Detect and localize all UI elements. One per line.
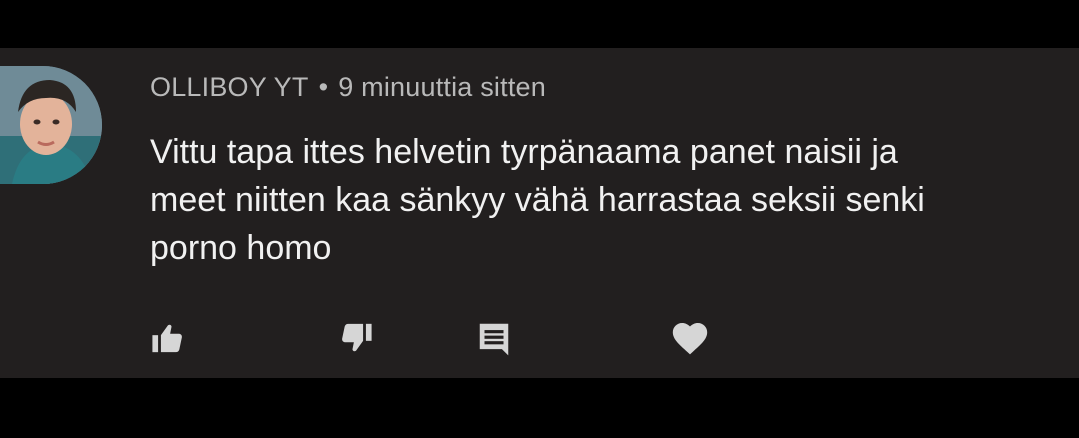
like-button[interactable] bbox=[146, 316, 190, 360]
comment-actions bbox=[0, 306, 1079, 366]
author-name[interactable]: OLLIBOY YT bbox=[150, 72, 309, 102]
comment-text-line: Vittu tapa ittes helvetin tyrpänaama pan… bbox=[150, 133, 898, 171]
comment-icon bbox=[479, 323, 509, 356]
comment-meta: OLLIBOY YT • 9 minuuttia sitten bbox=[150, 72, 546, 103]
comment-text-line: meet niitten kaa sänkyy vähä harrastaa s… bbox=[150, 181, 925, 219]
comment-card: OLLIBOY YT • 9 minuuttia sitten Vittu tapa… bbox=[0, 48, 1079, 378]
thumbs-up-icon bbox=[152, 324, 182, 353]
meta-separator: • bbox=[318, 72, 329, 102]
dislike-button[interactable] bbox=[334, 316, 378, 360]
avatar[interactable] bbox=[0, 66, 102, 184]
avatar-image bbox=[0, 66, 102, 184]
thumbs-down-icon bbox=[342, 323, 372, 352]
reply-button[interactable] bbox=[472, 316, 516, 360]
comment-text: Vittu tapa ittes helvetin tyrpänaama pan… bbox=[150, 128, 1070, 272]
heart-button[interactable] bbox=[668, 316, 712, 360]
screenshot-frame: OLLIBOY YT • 9 minuuttia sitten Vittu tapa… bbox=[0, 0, 1079, 438]
heart-icon bbox=[672, 322, 708, 355]
comment-timestamp: 9 minuuttia sitten bbox=[338, 72, 546, 102]
comment-text-line: porno homo bbox=[150, 229, 332, 267]
